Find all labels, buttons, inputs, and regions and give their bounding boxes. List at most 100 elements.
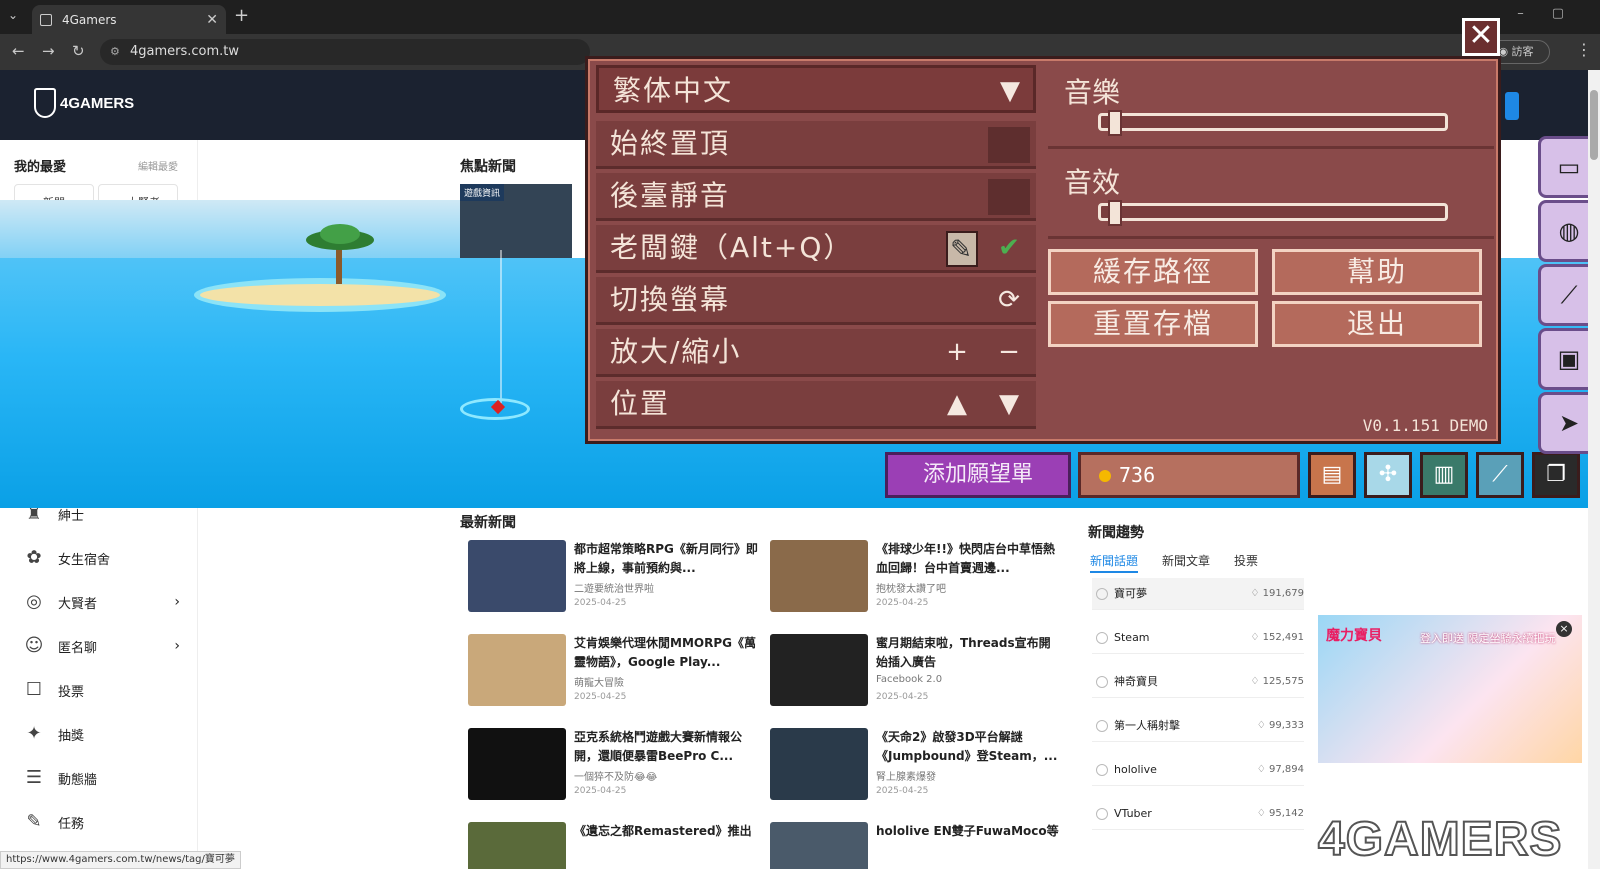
news-title[interactable]: 《天命2》啟發3D平台解謎《Jumpbound》登Steam，... — [876, 728, 1062, 766]
background-mute-checkbox[interactable] — [988, 179, 1030, 215]
news-thumbnail[interactable] — [468, 728, 566, 800]
header-action-button[interactable] — [1505, 92, 1519, 120]
always-on-top-checkbox[interactable] — [988, 127, 1030, 163]
sidebar-item-label: 動態牆 — [58, 772, 98, 788]
sfx-slider[interactable] — [1098, 200, 1448, 226]
trend-row[interactable]: Steam ♢ 152,491 — [1092, 622, 1304, 654]
news-thumbnail[interactable] — [770, 634, 868, 706]
news-title[interactable]: 都市超常策略RPG《新月同行》即將上線，事前預約與... — [574, 540, 760, 578]
trend-name: 第一人稱射擊 — [1114, 719, 1180, 732]
browser-tab[interactable]: 4Gamers ✕ — [32, 5, 226, 34]
sfx-slider-knob[interactable] — [1107, 200, 1122, 226]
sidebar-item-task[interactable]: ✎ 任務 — [22, 802, 182, 842]
news-thumbnail[interactable] — [468, 634, 566, 706]
news-title[interactable]: 艾肯娛樂代理休閒MMORPG《萬靈物語》，Google Play... — [574, 634, 760, 672]
window-controls[interactable]: –▢ — [1517, 6, 1592, 21]
rod-icon[interactable]: ⟋ — [1476, 452, 1524, 498]
news-title[interactable]: 蜜月期結束啦，Threads宣布開始插入廣告 — [876, 634, 1062, 672]
new-tab-icon[interactable]: + — [234, 5, 249, 26]
site-logo[interactable]: 4GAMERS — [34, 88, 134, 118]
url-field[interactable]: ⚙ 4gamers.com.tw — [100, 39, 590, 65]
page-scrollbar[interactable] — [1588, 70, 1600, 869]
tab-news-topics[interactable]: 新聞話題 — [1090, 552, 1139, 573]
news-item[interactable]: 都市超常策略RPG《新月同行》即將上線，事前預約與... 二遊要統治世界啦 2025… — [460, 536, 760, 622]
setting-boss-key[interactable]: 老闆鍵（Alt+Q） ✎ ✔ — [596, 225, 1036, 273]
settings-close-button[interactable]: ✕ — [1462, 18, 1500, 56]
sidebar-item-anonymous[interactable]: ☺ 匿名聊 › — [22, 626, 182, 666]
news-item[interactable]: 《遺忘之都Remastered》推出 — [460, 818, 760, 869]
music-volume-panel: 音樂 — [1048, 65, 1494, 149]
news-title[interactable]: 《遺忘之都Remastered》推出 — [574, 822, 760, 841]
setting-always-on-top[interactable]: 始終置頂 — [596, 121, 1036, 169]
reload-icon[interactable]: ↻ — [72, 42, 85, 60]
setting-switch-screen[interactable]: 切換螢幕 ⟳ — [596, 277, 1036, 325]
news-item[interactable]: 《天命2》啟發3D平台解謎《Jumpbound》登Steam，... 腎上腺素爆發… — [762, 724, 1062, 810]
add-wishlist-button[interactable]: 添加願望單 — [885, 452, 1071, 498]
setting-background-mute[interactable]: 後臺靜音 — [596, 173, 1036, 221]
trend-row[interactable]: 第一人稱射擊 ♢ 99,333 — [1092, 710, 1304, 742]
sidebar-item-vote[interactable]: ☐ 投票 — [22, 670, 182, 710]
book-icon[interactable]: ▥ — [1420, 452, 1468, 498]
arrow-down-icon[interactable]: ▼ — [990, 387, 1030, 423]
news-title[interactable]: hololive EN雙子FuwaMoco等 — [876, 822, 1062, 841]
setting-position[interactable]: 位置 ▲ ▼ — [596, 381, 1036, 429]
shield-favicon-icon — [40, 13, 52, 26]
status-url-bar: https://www.4gamers.com.tw/news/tag/寶可夢 — [0, 851, 241, 869]
news-subtitle: 抱枕發太讚了吧 — [876, 584, 946, 595]
scrollbar-thumb[interactable] — [1590, 90, 1598, 160]
news-item[interactable]: 艾肯娛樂代理休閒MMORPG《萬靈物語》，Google Play... 萌寵大冒險… — [460, 630, 760, 716]
trend-row[interactable]: 寶可夢 ♢ 191,679 — [1092, 578, 1304, 610]
tab-votes[interactable]: 投票 — [1234, 552, 1258, 569]
trend-row[interactable]: VTuber ♢ 95,142 — [1092, 798, 1304, 830]
zoom-in-icon[interactable]: + — [938, 335, 978, 371]
language-dropdown[interactable]: 繁体中文 ▼ — [596, 65, 1036, 113]
news-item[interactable]: 亞克系統格鬥遊戲大賽新情報公開，還順便暴雷BeePro C... 一個猝不及防😂😂… — [460, 724, 760, 810]
trend-count-value: 152,491 — [1262, 632, 1304, 643]
sidebar-item-lottery[interactable]: ✦ 抽獎 — [22, 714, 182, 754]
map-icon[interactable]: ✣ — [1364, 452, 1412, 498]
sidebar-item-girls-dorm[interactable]: ✿ 女生宿舍 — [22, 538, 182, 578]
sidebar-item-feed[interactable]: ☰ 動態牆 — [22, 758, 182, 798]
barrel-icon[interactable]: ▤ — [1308, 452, 1356, 498]
news-title[interactable]: 《排球少年!!》快閃店台中草悟熱血回歸！台中首賣週邊... — [876, 540, 1062, 578]
reset-save-button[interactable]: 重置存檔 — [1048, 301, 1258, 347]
cache-path-button[interactable]: 緩存路徑 — [1048, 249, 1258, 295]
forward-icon[interactable]: → — [42, 42, 55, 60]
news-thumbnail[interactable] — [770, 822, 868, 869]
favorites-edit-link[interactable]: 編輯最愛 — [138, 158, 178, 173]
news-title[interactable]: 亞克系統格鬥遊戲大賽新情報公開，還順便暴雷BeePro C... — [574, 728, 760, 766]
trend-name: 寶可夢 — [1114, 587, 1147, 600]
more-menu-icon[interactable]: ⋮ — [1576, 40, 1592, 59]
edit-pencil-icon[interactable]: ✎ — [946, 231, 978, 267]
news-thumbnail[interactable] — [468, 822, 566, 869]
site-info-icon[interactable]: ⚙ — [110, 39, 120, 65]
sidebar-item-label: 投票 — [58, 684, 85, 700]
ad-close-icon[interactable]: × — [1556, 621, 1572, 637]
arrow-up-icon[interactable]: ▲ — [938, 387, 978, 423]
tab-news-articles[interactable]: 新聞文章 — [1162, 552, 1210, 569]
help-button[interactable]: 幫助 — [1272, 249, 1482, 295]
news-thumbnail[interactable] — [468, 540, 566, 612]
checkmark-icon[interactable]: ✔ — [990, 231, 1030, 267]
exit-button[interactable]: 退出 — [1272, 301, 1482, 347]
setting-zoom[interactable]: 放大/縮小 + − — [596, 329, 1036, 377]
news-item[interactable]: 蜜月期結束啦，Threads宣布開始插入廣告 Facebook 2.0 2025-0… — [762, 630, 1062, 716]
sfx-volume-panel: 音效 — [1048, 155, 1494, 239]
back-icon[interactable]: ← — [12, 42, 25, 60]
trend-row[interactable]: hololive ♢ 97,894 — [1092, 754, 1304, 786]
trend-row[interactable]: 神奇寶貝 ♢ 125,575 — [1092, 666, 1304, 698]
close-tab-icon[interactable]: ✕ — [206, 12, 218, 28]
tab-search-icon[interactable]: ⌄ — [8, 8, 18, 22]
sidebar-item-sage[interactable]: ◎ 大賢者 › — [22, 582, 182, 622]
palm-tree-icon — [306, 224, 374, 284]
switch-screen-icon[interactable]: ⟳ — [990, 283, 1030, 319]
news-thumbnail[interactable] — [770, 728, 868, 800]
news-thumbnail[interactable] — [770, 540, 868, 612]
music-slider[interactable] — [1098, 110, 1448, 136]
window-icon[interactable]: ❐ — [1532, 452, 1580, 498]
news-item[interactable]: 《排球少年!!》快閃店台中草悟熱血回歸！台中首賣週邊... 抱枕發太讚了吧 2025… — [762, 536, 1062, 622]
news-item[interactable]: hololive EN雙子FuwaMoco等 — [762, 818, 1062, 869]
zoom-out-icon[interactable]: − — [990, 335, 1030, 371]
mask-icon: ☺ — [24, 635, 44, 656]
music-slider-knob[interactable] — [1107, 110, 1122, 136]
